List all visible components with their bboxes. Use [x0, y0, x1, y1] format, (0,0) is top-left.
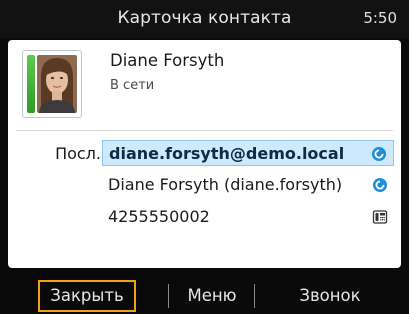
contact-method-im[interactable]: Diane Forsyth (diane.forsyth) — [102, 172, 394, 198]
contact-method-text: diane.forsyth@demo.local — [109, 144, 345, 163]
contact-name: Diane Forsyth — [110, 51, 225, 70]
contact-card-panel: Diane Forsyth В сети Посл. diane.forsyth… — [8, 40, 401, 268]
contact-method-text: 4255550002 — [108, 207, 210, 226]
details-row-3: 4255550002 — [8, 204, 401, 231]
screen-title: Карточка контакта — [117, 8, 292, 28]
contact-method-phone[interactable]: 4255550002 — [102, 204, 394, 230]
desk-phone-icon — [372, 210, 388, 224]
details-row-1: Посл. diane.forsyth@demo.local — [8, 140, 401, 167]
contact-photo-frame — [22, 50, 82, 118]
softkey-separator — [254, 284, 255, 308]
im-chat-icon — [372, 147, 386, 161]
details-row-2: Diane Forsyth (diane.forsyth) — [8, 172, 401, 199]
clock: 5:50 — [363, 9, 397, 27]
divider — [16, 130, 393, 131]
softkey-bar: Закрыть Меню Звонок — [0, 270, 409, 314]
phone-screen: Карточка контакта 5:50 Diane Forsyth В с… — [0, 0, 409, 314]
close-button[interactable]: Закрыть — [38, 280, 136, 312]
softkey-separator — [168, 284, 169, 308]
presence-status: В сети — [110, 78, 155, 93]
presence-indicator — [27, 55, 35, 113]
last-used-label: Посл. — [55, 144, 101, 163]
avatar-photo-icon — [37, 55, 77, 113]
menu-button[interactable]: Меню — [172, 280, 252, 312]
contact-method-text: Diane Forsyth (diane.forsyth) — [108, 175, 343, 194]
title-bar: Карточка контакта 5:50 — [0, 0, 409, 38]
call-button[interactable]: Звонок — [266, 280, 394, 312]
im-chat-icon — [373, 178, 387, 192]
contact-method-email[interactable]: diane.forsyth@demo.local — [102, 140, 394, 166]
avatar — [37, 55, 77, 113]
contact-header: Diane Forsyth В сети — [8, 40, 401, 126]
